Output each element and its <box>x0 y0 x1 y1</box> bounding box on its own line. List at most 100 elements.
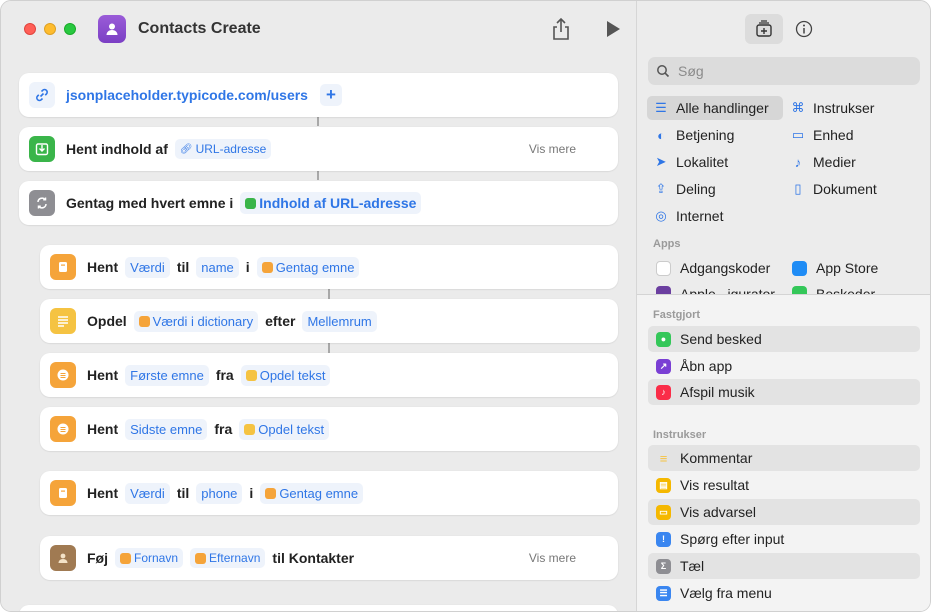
download-icon <box>29 136 55 162</box>
category-label: Alle handlinger <box>676 100 769 116</box>
action-verb: Hent indhold af <box>66 141 168 157</box>
app-item-apple-configurator[interactable]: Apple...igurator <box>656 283 775 294</box>
split-text-token[interactable]: Opdel tekst <box>240 364 331 386</box>
action-word: til Kontakter <box>272 550 355 566</box>
shortcut-icon[interactable] <box>98 15 126 43</box>
close-window-button[interactable] <box>24 23 36 35</box>
result-icon: ▤ <box>656 477 671 493</box>
add-new-contact-card[interactable]: Føj Fornavn Efternavn til Kontakter Vis … <box>40 536 618 580</box>
app-item-app-store[interactable]: App Store <box>792 257 878 279</box>
category-scripting[interactable]: ⌘ Instrukser <box>784 96 924 120</box>
show-more-button[interactable]: Vis mere <box>529 142 576 156</box>
input-bubble-icon: ! <box>656 531 671 547</box>
messages-app-icon <box>792 286 807 294</box>
app-item-passwords[interactable]: Adgangskoder <box>656 257 770 279</box>
action-show-alert[interactable]: ▭ Vis advarsel <box>648 499 920 525</box>
add-url-button[interactable]: + <box>319 84 342 106</box>
dictionary-value-token[interactable]: Værdi i dictionary <box>133 310 259 332</box>
share-button[interactable] <box>550 16 572 42</box>
value-token[interactable]: Værdi <box>125 482 170 504</box>
repeat-item-token[interactable]: Gentag emne <box>256 256 360 278</box>
connector-line <box>328 289 330 299</box>
action-library-tab[interactable] <box>745 14 783 44</box>
category-web[interactable]: ◎ Internet <box>647 204 783 228</box>
category-media[interactable]: ♪ Medier <box>784 150 924 174</box>
key-token[interactable]: name <box>196 256 239 278</box>
split-text-card[interactable]: Opdel Værdi i dictionary efter Mellemrum <box>40 299 618 343</box>
app-item-messages[interactable]: Beskeder <box>792 283 875 294</box>
url-variable-token[interactable]: 🔗︎ URL-adresse <box>174 139 272 159</box>
variable-icon <box>244 423 256 435</box>
link-icon: 🔗︎ <box>179 143 193 155</box>
url-value[interactable]: jsonplaceholder.typicode.com/users <box>66 84 313 106</box>
link-icon <box>29 82 55 108</box>
action-ask-for-input[interactable]: ! Spørg efter input <box>648 526 920 552</box>
share-icon: ⇪ <box>655 181 667 196</box>
action-word: i <box>245 259 250 275</box>
token-label: Gentag emne <box>275 259 355 275</box>
action-verb: Hent <box>87 421 119 437</box>
row-label: Vis advarsel <box>680 504 757 520</box>
configurator-app-icon <box>656 286 671 294</box>
key-token[interactable]: phone <box>196 482 243 504</box>
category-location[interactable]: ➤ Lokalitet <box>647 150 783 174</box>
row-label: Send besked <box>680 331 762 347</box>
pinned-send-message[interactable]: ● Send besked <box>648 326 920 352</box>
toggles-icon: ◐ <box>657 127 665 143</box>
minimize-window-button[interactable] <box>44 23 56 35</box>
pinned-section-label: Fastgjort <box>653 309 701 321</box>
action-word: fra <box>214 421 233 437</box>
token-label: Efternavn <box>209 551 261 565</box>
search-field[interactable]: Søg <box>648 57 920 85</box>
repeat-item-token[interactable]: Gentag emne <box>260 482 364 504</box>
action-word: til <box>176 485 190 501</box>
category-sharing[interactable]: ⇪ Deling <box>647 177 783 201</box>
get-last-item-card[interactable]: Hent Sidste emne fra Opdel tekst <box>40 407 618 451</box>
action-choose-from-menu[interactable]: ☰ Vælg fra menu <box>648 580 920 606</box>
first-item-token[interactable]: Første emne <box>125 364 209 386</box>
url-action-card[interactable]: jsonplaceholder.typicode.com/users + <box>19 73 618 117</box>
get-dictionary-value-card[interactable]: Hent Værdi til phone i Gentag emne <box>40 471 618 515</box>
display-icon: ▭ <box>791 127 805 142</box>
action-count[interactable]: Σ Tæl <box>648 553 920 579</box>
scripting-icon: ⌘ <box>791 100 805 115</box>
get-first-item-card[interactable]: Hent Første emne fra Opdel tekst <box>40 353 618 397</box>
action-word: i <box>249 485 254 501</box>
list-icon <box>50 362 76 388</box>
get-contents-action-card[interactable]: Hent indhold af 🔗︎ URL-adresse Vis mere <box>19 127 618 171</box>
connector-line <box>317 116 319 126</box>
variable-icon <box>265 487 277 499</box>
next-action-card[interactable] <box>19 605 618 611</box>
first-name-token[interactable]: Fornavn <box>115 548 184 568</box>
open-arrow-icon: ↗ <box>656 358 671 374</box>
show-more-button[interactable]: Vis mere <box>529 551 576 565</box>
last-name-token[interactable]: Efternavn <box>190 548 266 568</box>
dictionary-icon <box>50 480 76 506</box>
category-device[interactable]: ▭ Enhed <box>784 123 924 147</box>
app-label: Apple...igurator <box>680 286 775 294</box>
title-bar: Contacts Create <box>1 1 636 59</box>
category-documents[interactable]: ▯ Dokument <box>784 177 924 201</box>
action-comment[interactable]: ≡ Kommentar <box>648 445 920 471</box>
contents-variable-token[interactable]: Indhold af URL-adresse <box>240 192 422 214</box>
category-controls[interactable]: ◐ Betjening <box>647 123 783 147</box>
shortcut-title[interactable]: Contacts Create <box>138 20 261 38</box>
last-item-token[interactable]: Sidste emne <box>125 418 208 440</box>
separator-token[interactable]: Mellemrum <box>302 310 377 332</box>
info-tab[interactable] <box>785 14 823 44</box>
action-show-result[interactable]: ▤ Vis resultat <box>648 472 920 498</box>
zoom-window-button[interactable] <box>64 23 76 35</box>
run-button[interactable] <box>604 19 622 39</box>
category-label: Internet <box>676 208 724 224</box>
apps-section-label: Apps <box>653 238 681 250</box>
get-dictionary-value-card[interactable]: Hent Værdi til name i Gentag emne <box>40 245 618 289</box>
row-label: Vis resultat <box>680 477 749 493</box>
repeat-each-action-card[interactable]: Gentag med hvert emne i Indhold af URL-a… <box>19 181 618 225</box>
value-token[interactable]: Værdi <box>125 256 170 278</box>
token-label: Indhold af URL-adresse <box>259 195 417 211</box>
split-text-token[interactable]: Opdel tekst <box>239 418 330 440</box>
pinned-open-app[interactable]: ↗ Åbn app <box>648 353 920 379</box>
category-all-actions[interactable]: ☰ Alle handlinger <box>647 96 783 120</box>
message-bubble-icon: ● <box>656 331 671 347</box>
pinned-play-music[interactable]: ♪ Afspil musik <box>648 379 920 405</box>
